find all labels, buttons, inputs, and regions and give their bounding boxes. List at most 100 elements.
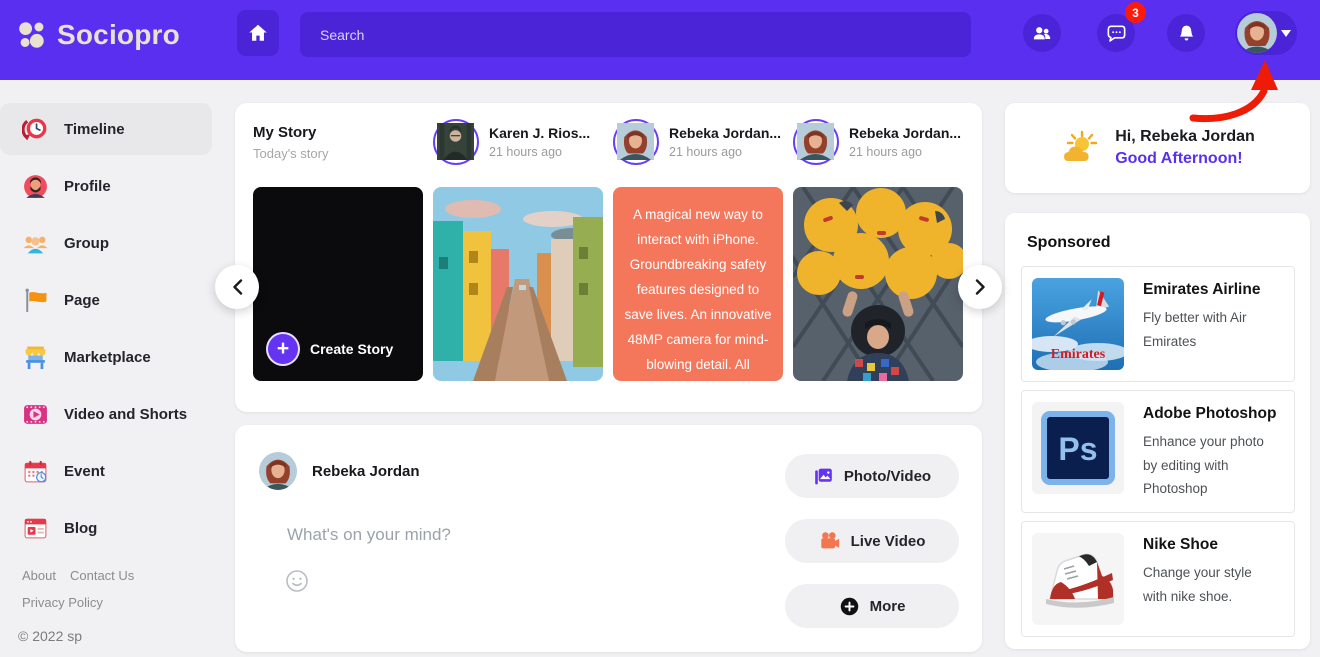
timeline-icon <box>22 116 49 143</box>
sidebar-item-label: Marketplace <box>64 349 151 366</box>
photo-video-button[interactable]: Photo/Video <box>785 454 959 498</box>
stories-card: My Story Today's story Karen J. Rios... <box>235 103 982 412</box>
story-person-rebeka-2[interactable]: Rebeka Jordan... 21 hours ago <box>793 119 973 165</box>
story-avatar-ring <box>433 119 479 165</box>
sidebar-item-video-and-shorts[interactable]: Video and Shorts <box>0 388 212 440</box>
live-video-label: Live Video <box>851 533 926 550</box>
message-count-badge: 3 <box>1125 2 1146 23</box>
story-person-name: Rebeka Jordan... <box>669 125 781 141</box>
top-navbar: Sociopro 3 <box>0 0 1320 80</box>
my-story-subtitle: Today's story <box>253 146 328 161</box>
sidebar-item-label: Page <box>64 292 100 309</box>
ad-emirates-airline[interactable]: Emirates Emirates Airline Fly better wit… <box>1021 266 1295 382</box>
caret-down-icon <box>1281 30 1291 37</box>
nike-ad-image <box>1032 533 1124 625</box>
sidebar-item-page[interactable]: Page <box>0 274 212 326</box>
story-person-time: 21 hours ago <box>849 145 961 159</box>
search-input[interactable] <box>300 12 971 57</box>
story-tile-balloons-photo[interactable] <box>793 187 963 381</box>
story-person-time: 21 hours ago <box>669 145 781 159</box>
ad-body: Emirates Airline Fly better with Air Emi… <box>1143 278 1275 370</box>
more-button[interactable]: More <box>785 584 959 628</box>
event-calendar-icon <box>22 458 49 485</box>
sidebar-item-event[interactable]: Event <box>0 445 212 497</box>
live-video-button[interactable]: Live Video <box>785 519 959 563</box>
rebeka-avatar-photo <box>617 147 654 160</box>
sociopro-app: Sociopro 3 <box>0 0 1320 657</box>
story-person-time: 21 hours ago <box>489 145 590 159</box>
ad-description: Fly better with Air Emirates <box>1143 306 1275 353</box>
story-avatar-ring <box>613 119 659 165</box>
link-about[interactable]: About <box>22 568 56 583</box>
ad-adobe-photoshop[interactable]: Ps Adobe Photoshop Enhance your photo by… <box>1021 390 1295 513</box>
stories-header: My Story Today's story Karen J. Rios... <box>253 119 973 165</box>
ad-name: Nike Shoe <box>1143 536 1275 554</box>
create-story-plus-icon: + <box>266 332 300 366</box>
story-person-karen[interactable]: Karen J. Rios... 21 hours ago <box>433 119 613 165</box>
ad-description: Enhance your photo by editing with Photo… <box>1143 430 1275 501</box>
sidebar-item-group[interactable]: Group <box>0 217 212 269</box>
greeting-line2: Good Afternoon! <box>1115 150 1255 168</box>
sidebar-item-timeline[interactable]: Timeline <box>0 103 212 155</box>
emirates-ad-image: Emirates <box>1032 278 1124 370</box>
stories-row: + Create Story <box>253 187 963 381</box>
emoji-smiley-icon <box>285 569 309 593</box>
story-tile-street-photo[interactable] <box>433 187 603 381</box>
more-label: More <box>870 598 906 615</box>
greeting-text: Hi, Rebeka Jordan Good Afternoon! <box>1115 128 1255 168</box>
notifications-button[interactable] <box>1167 14 1205 52</box>
story-tile-text[interactable]: A magical new way to interact with iPhon… <box>613 187 783 381</box>
story-person-rebeka-1[interactable]: Rebeka Jordan... 21 hours ago <box>613 119 793 165</box>
rebeka-avatar-photo <box>259 452 297 490</box>
live-video-icon <box>819 530 841 552</box>
composer-avatar <box>259 452 297 490</box>
bell-icon <box>1176 23 1197 44</box>
ad-body: Adobe Photoshop Enhance your photo by ed… <box>1143 402 1276 501</box>
sidebar-item-marketplace[interactable]: Marketplace <box>0 331 212 383</box>
page-flag-icon <box>22 287 49 314</box>
rebeka-avatar-photo <box>1237 13 1277 53</box>
copyright-text: © 2022 sp <box>18 628 82 644</box>
create-story-tile[interactable]: + Create Story <box>253 187 423 381</box>
sidebar-item-profile[interactable]: Profile <box>0 160 212 212</box>
chevron-right-icon <box>975 279 986 295</box>
ad-nike-shoe[interactable]: Nike Shoe Change your style with nike sh… <box>1021 521 1295 637</box>
home-button[interactable] <box>237 10 279 56</box>
ad-name: Emirates Airline <box>1143 281 1275 299</box>
link-privacy-policy[interactable]: Privacy Policy <box>22 595 103 610</box>
stories-next-button[interactable] <box>958 265 1002 309</box>
stories-prev-button[interactable] <box>215 265 259 309</box>
sidebar-item-label: Blog <box>64 520 97 537</box>
composer-actions: Photo/Video Live Video More <box>785 454 959 628</box>
profile-menu[interactable] <box>1235 11 1297 55</box>
brand-name: Sociopro <box>57 19 180 51</box>
blog-icon <box>22 515 49 542</box>
sidebar: Timeline Profile Group <box>0 80 212 657</box>
post-text-input[interactable] <box>287 518 747 552</box>
emoji-picker-button[interactable] <box>285 569 309 596</box>
post-composer-card: Rebeka Jordan Photo/Video <box>235 425 982 652</box>
street-photo <box>433 187 603 381</box>
link-contact-us[interactable]: Contact Us <box>70 568 134 583</box>
sidebar-item-label: Event <box>64 463 105 480</box>
group-icon <box>22 230 49 257</box>
svg-text:Emirates: Emirates <box>1051 347 1106 362</box>
chevron-left-icon <box>232 279 243 295</box>
my-story-header: My Story Today's story <box>253 119 433 165</box>
sidebar-item-blog[interactable]: Blog <box>0 502 212 554</box>
text-story-content: A magical new way to interact with iPhon… <box>624 207 771 381</box>
home-icon <box>247 22 269 44</box>
sponsored-ads-list: Emirates Emirates Airline Fly better wit… <box>1021 266 1295 637</box>
photo-video-icon <box>813 466 834 487</box>
ad-name: Adobe Photoshop <box>1143 405 1276 423</box>
brand-logo[interactable]: Sociopro <box>16 19 180 51</box>
emirates-plane-image: Emirates <box>1032 278 1124 370</box>
sponsored-title: Sponsored <box>1027 234 1111 252</box>
photoshop-ad-image: Ps <box>1032 402 1124 494</box>
karen-avatar-photo <box>437 147 474 160</box>
ad-description: Change your style with nike shoe. <box>1143 561 1275 608</box>
sponsored-card: Sponsored <box>1005 213 1310 649</box>
greeting-line1: Hi, Rebeka Jordan <box>1115 128 1255 146</box>
friends-button[interactable] <box>1023 14 1061 52</box>
chat-bubble-icon <box>1105 22 1128 45</box>
